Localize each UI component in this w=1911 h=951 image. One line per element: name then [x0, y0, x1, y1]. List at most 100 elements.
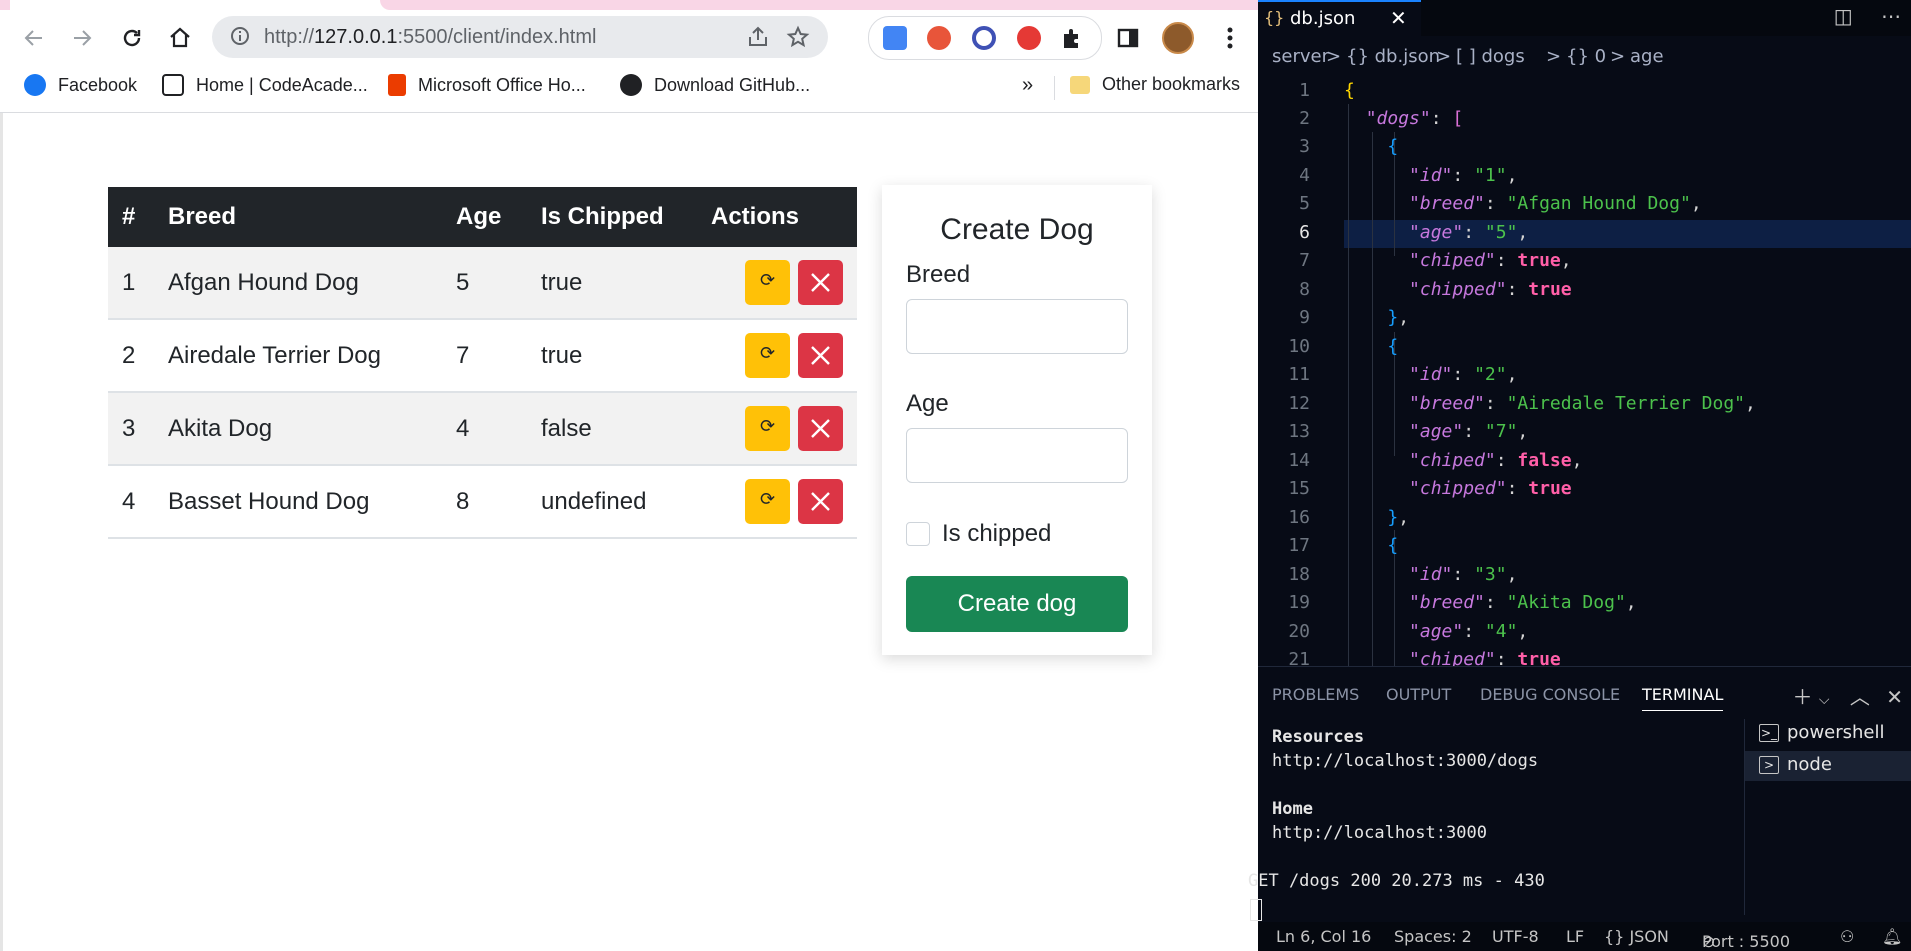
- forward-icon[interactable]: [66, 22, 98, 54]
- cursor-position[interactable]: Ln 6, Col 16: [1276, 927, 1371, 946]
- tab-problems[interactable]: PROBLEMS: [1272, 685, 1359, 704]
- terminal-icon: >: [1759, 756, 1779, 774]
- editor-actions: ◫ ⋯: [1834, 4, 1901, 28]
- close-icon: [811, 346, 830, 365]
- indentation[interactable]: Spaces: 2: [1394, 927, 1472, 946]
- table-row: 4 Basset Hound Dog 8 undefined ⟳: [108, 465, 857, 539]
- bookmark-office[interactable]: Microsoft Office Ho...: [388, 74, 586, 96]
- adblock-extension-icon[interactable]: [1017, 26, 1041, 50]
- url-scheme: http://: [264, 26, 315, 48]
- cell-chipped: false: [527, 392, 697, 466]
- cell-breed: Airedale Terrier Dog: [154, 319, 442, 393]
- share-icon[interactable]: [746, 25, 770, 49]
- bookmark-facebook[interactable]: Facebook: [24, 74, 137, 96]
- line-number: 8: [1299, 279, 1310, 300]
- extensions-bar: [868, 16, 1102, 60]
- breadcrumb-dogs[interactable]: [ ] dogs: [1456, 46, 1525, 67]
- terminal-item-node[interactable]: > node: [1745, 751, 1911, 781]
- code-line: },: [1387, 307, 1410, 328]
- facebook-icon: [24, 74, 46, 96]
- address-bar[interactable]: http://127.0.0.1:5500/client/index.html: [212, 16, 828, 58]
- delete-button[interactable]: [798, 333, 843, 378]
- chevron-down-icon[interactable]: ⌵: [1819, 692, 1830, 708]
- close-panel-icon[interactable]: ✕: [1886, 685, 1903, 709]
- tab-debug-console[interactable]: DEBUG CONSOLE: [1480, 685, 1620, 704]
- update-button[interactable]: ⟳: [745, 333, 790, 378]
- line-number: 4: [1299, 165, 1310, 186]
- bottom-panel: PROBLEMS OUTPUT DEBUG CONSOLE TERMINAL ＋…: [1248, 666, 1911, 923]
- code-editor[interactable]: 1 2 3 4 5 6 7 8 9 10 11 12 13 14 15 16 1…: [1258, 76, 1911, 666]
- terminal-output[interactable]: Resources http://localhost:3000/dogs Hom…: [1248, 727, 1652, 921]
- tab-terminal[interactable]: TERMINAL: [1642, 685, 1724, 711]
- breadcrumb-index[interactable]: {} 0: [1566, 46, 1606, 67]
- bookmark-star-icon[interactable]: [786, 25, 810, 49]
- reload-icon[interactable]: [116, 22, 148, 54]
- update-button[interactable]: ⟳: [745, 479, 790, 524]
- cell-age: 4: [442, 392, 527, 466]
- translate-extension-icon[interactable]: [883, 26, 907, 50]
- delete-button[interactable]: [798, 260, 843, 305]
- code-line: {: [1344, 80, 1355, 101]
- line-number: 16: [1288, 507, 1310, 528]
- cell-age: 7: [442, 319, 527, 393]
- tab-db-json[interactable]: {} db.json ✕: [1258, 0, 1421, 36]
- breadcrumb-file[interactable]: {} db.json: [1346, 46, 1440, 67]
- codecademy-icon: [162, 74, 184, 96]
- extension-icon-2[interactable]: [927, 26, 951, 50]
- accounts-icon[interactable]: ⚇: [1840, 927, 1854, 946]
- language-mode[interactable]: {} JSON: [1604, 927, 1669, 946]
- age-input[interactable]: [906, 428, 1128, 483]
- url-text[interactable]: http://127.0.0.1:5500/client/index.html: [264, 26, 596, 49]
- code-line: "id": "1",: [1409, 165, 1518, 186]
- status-bar: Ln 6, Col 16 Spaces: 2 UTF-8 LF {} JSON …: [1258, 922, 1911, 951]
- line-ending[interactable]: LF: [1566, 927, 1584, 946]
- code-line: },: [1387, 507, 1410, 528]
- breed-input[interactable]: [906, 299, 1128, 354]
- other-bookmarks-folder[interactable]: Other bookmarks: [1070, 74, 1240, 95]
- update-button[interactable]: ⟳: [745, 406, 790, 451]
- profile-avatar[interactable]: [1162, 22, 1194, 54]
- line-number: 18: [1288, 564, 1310, 585]
- breadcrumb-age[interactable]: age: [1630, 46, 1664, 67]
- bookmark-codecademy[interactable]: Home | CodeAcade...: [162, 74, 368, 96]
- close-icon: [811, 273, 830, 292]
- maximize-panel-icon[interactable]: ︿: [1850, 685, 1870, 709]
- refresh-icon: ⟳: [759, 416, 776, 436]
- notifications-icon[interactable]: 🔔︎: [1882, 927, 1902, 946]
- more-actions-icon[interactable]: ⋯: [1881, 4, 1901, 28]
- side-panel-icon[interactable]: [1112, 22, 1144, 54]
- home-icon[interactable]: [164, 22, 196, 54]
- table-row: 3 Akita Dog 4 false ⟳: [108, 392, 857, 466]
- site-info-icon[interactable]: [230, 26, 250, 46]
- back-icon[interactable]: [18, 22, 50, 54]
- breadcrumb-folder[interactable]: server: [1272, 46, 1329, 67]
- line-number: 9: [1299, 307, 1310, 328]
- terminal-line: http://localhost:3000: [1272, 823, 1487, 843]
- bookmark-label: Microsoft Office Ho...: [418, 74, 586, 95]
- cell-id: 4: [108, 465, 154, 539]
- puzzle-extensions-icon[interactable]: [1061, 27, 1085, 51]
- encoding[interactable]: UTF-8: [1492, 927, 1539, 946]
- update-button[interactable]: ⟳: [745, 260, 790, 305]
- is-chipped-checkbox[interactable]: [906, 522, 930, 546]
- line-number: 17: [1288, 535, 1310, 556]
- col-header-breed: Breed: [154, 187, 442, 247]
- refresh-icon: ⟳: [759, 270, 776, 290]
- bookmarks-overflow-button[interactable]: »: [1022, 74, 1033, 97]
- tab-output[interactable]: OUTPUT: [1386, 685, 1451, 704]
- create-dog-button[interactable]: Create dog: [906, 576, 1128, 632]
- new-terminal-icon[interactable]: ＋: [1793, 685, 1813, 709]
- browser-menu-icon[interactable]: [1214, 22, 1246, 54]
- age-label: Age: [906, 390, 949, 417]
- cell-chipped: true: [527, 247, 697, 320]
- delete-button[interactable]: [798, 406, 843, 451]
- terminal-item-powershell[interactable]: >_ powershell: [1745, 719, 1911, 749]
- cell-age: 5: [442, 247, 527, 320]
- terminal-line: GET /dogs 200 20.273 ms - 430: [1248, 871, 1545, 891]
- close-tab-icon[interactable]: ✕: [1390, 6, 1407, 30]
- vscode-window: {} db.json ✕ ◫ ⋯ server > {} db.json > […: [1248, 0, 1911, 951]
- split-editor-icon[interactable]: ◫: [1834, 4, 1853, 28]
- delete-button[interactable]: [798, 479, 843, 524]
- bookmark-github[interactable]: Download GitHub...: [620, 74, 810, 96]
- extension-icon-3[interactable]: [972, 26, 996, 50]
